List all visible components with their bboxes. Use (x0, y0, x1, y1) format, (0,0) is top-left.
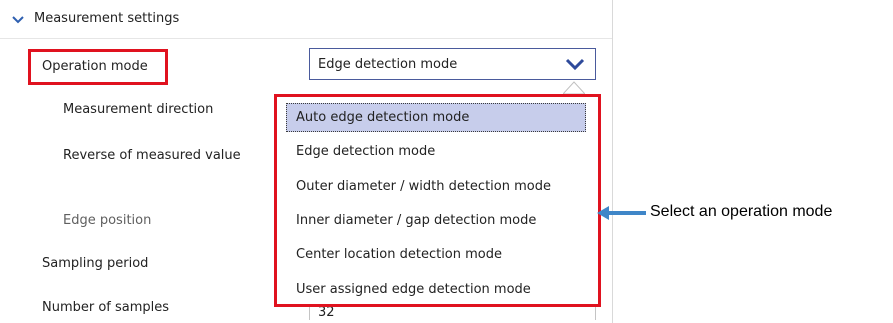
measurement-settings-header[interactable]: Measurement settings (0, 0, 612, 39)
callout-text: Select an operation mode (650, 203, 833, 220)
arrow-left-icon (597, 206, 646, 220)
dropdown-option[interactable]: Outer diameter / width detection mode (286, 172, 586, 201)
operation-mode-combobox[interactable]: Edge detection mode (309, 48, 596, 80)
number-of-samples-label: Number of samples (42, 300, 170, 315)
number-of-samples-value: 32 (318, 305, 335, 320)
dropdown-option[interactable]: Auto edge detection mode (286, 103, 586, 132)
section-title: Measurement settings (34, 11, 180, 26)
reverse-measured-value-label: Reverse of measured value (63, 148, 241, 163)
operation-mode-dropdown: Auto edge detection mode Edge detection … (274, 94, 601, 307)
operation-mode-label: Operation mode (42, 59, 148, 74)
edge-position-label: Edge position (63, 213, 152, 228)
dropdown-option[interactable]: User assigned edge detection mode (286, 275, 586, 304)
measurement-direction-label: Measurement direction (63, 102, 214, 117)
operation-mode-value: Edge detection mode (318, 57, 458, 72)
dropdown-option[interactable]: Center location detection mode (286, 240, 586, 269)
dropdown-pointer-icon (563, 81, 585, 94)
chevron-down-icon[interactable] (10, 12, 26, 28)
dropdown-option[interactable]: Edge detection mode (286, 137, 586, 166)
dropdown-option[interactable]: Inner diameter / gap detection mode (286, 206, 586, 235)
sampling-period-label: Sampling period (42, 256, 149, 271)
chevron-down-icon[interactable] (565, 56, 585, 72)
